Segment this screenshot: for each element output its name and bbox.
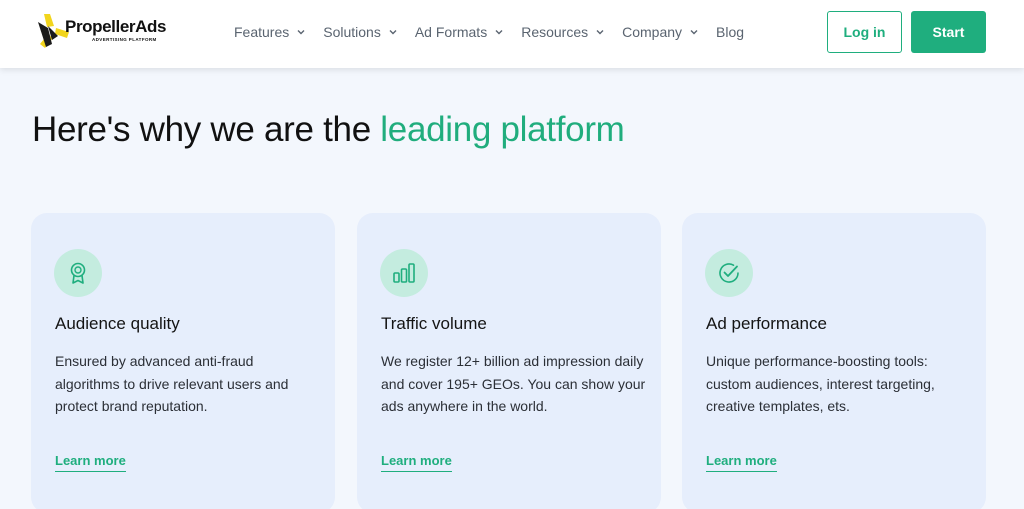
- chevron-down-icon: [495, 30, 503, 35]
- logo-tagline: ADVERTISING PLATFORM: [92, 37, 157, 42]
- nav-item-label: Solutions: [323, 24, 381, 40]
- nav-item-blog[interactable]: Blog: [716, 24, 744, 40]
- chevron-down-icon: [596, 30, 604, 35]
- chevron-down-icon: [297, 30, 305, 35]
- learn-more-link[interactable]: Learn more: [381, 453, 452, 472]
- card-description: Unique performance-boosting tools: custo…: [706, 353, 935, 414]
- card-title: Ad performance: [706, 314, 827, 333]
- page-title: Here's why we are the leading platform: [32, 110, 625, 150]
- nav-item-resources[interactable]: Resources: [521, 24, 605, 40]
- start-button[interactable]: Start: [911, 11, 986, 53]
- login-button[interactable]: Log in: [827, 11, 902, 53]
- logo-wordmark: PropellerAds: [65, 17, 167, 36]
- nav-item-solutions[interactable]: Solutions: [323, 24, 398, 40]
- card-description: Ensured by advanced anti-fraud algorithm…: [55, 353, 289, 414]
- award-ribbon-icon: [54, 249, 102, 297]
- feature-card-ad-performance: Ad performance Unique performance-boosti…: [682, 213, 986, 509]
- nav-item-label: Features: [234, 24, 290, 40]
- card-title: Audience quality: [55, 314, 180, 333]
- nav-item-ad-formats[interactable]: Ad Formats: [415, 24, 504, 40]
- card-description: We register 12+ billion ad impression da…: [381, 353, 646, 414]
- nav-item-company[interactable]: Company: [622, 24, 699, 40]
- chevron-down-icon: [690, 30, 698, 35]
- learn-more-link[interactable]: Learn more: [706, 453, 777, 472]
- nav-item-label: Company: [622, 24, 683, 40]
- page-title-plain: Here's why we are the: [32, 110, 381, 149]
- nav-item-label: Ad Formats: [414, 24, 488, 40]
- nav-item-label: Blog: [716, 24, 745, 40]
- learn-more-link[interactable]: Learn more: [55, 453, 126, 472]
- propellerads-logo[interactable]: PropellerAds ADVERTISING PLATFORM: [36, 12, 176, 52]
- site-header: PropellerAds ADVERTISING PLATFORM Featur…: [0, 0, 1024, 68]
- main-nav: Features Solutions Ad Formats Resources …: [234, 0, 761, 64]
- nav-item-label: Resources: [521, 24, 589, 40]
- page-title-accent: leading platform: [380, 110, 625, 149]
- feature-card-traffic-volume: Traffic volume We register 12+ billion a…: [357, 213, 661, 509]
- chevron-down-icon: [389, 30, 397, 35]
- feature-card-audience-quality: Audience quality Ensured by advanced ant…: [31, 213, 335, 509]
- card-title: Traffic volume: [381, 314, 487, 333]
- check-circle-icon: [705, 249, 753, 297]
- bar-chart-icon: [380, 249, 428, 297]
- nav-item-features[interactable]: Features: [234, 24, 306, 40]
